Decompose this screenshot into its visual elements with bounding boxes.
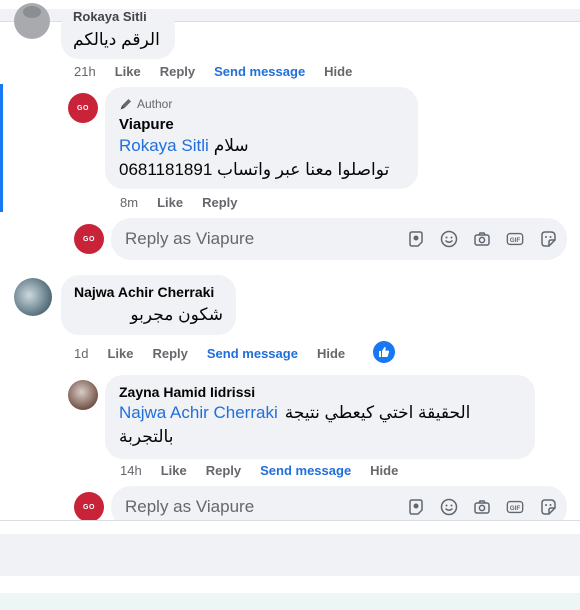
brand-logo: GO	[83, 503, 95, 511]
like-button[interactable]: Like	[115, 64, 141, 79]
reply-text-2: تواصلوا معنا عبر واتساب 0681181891	[119, 160, 390, 179]
avatar: GO	[74, 492, 104, 520]
emoji-icon[interactable]	[440, 230, 458, 248]
svg-text:GIF: GIF	[510, 505, 521, 512]
comment-bubble: Rokaya Sitli الرقم ديالكم	[61, 9, 175, 59]
reply-input[interactable]: Reply as Viapure GIF	[111, 218, 567, 260]
commenter-name[interactable]: Najwa Achir Cherraki	[74, 284, 223, 300]
timestamp[interactable]: 8m	[120, 195, 138, 210]
brand-logo: GO	[83, 235, 95, 243]
mention-link[interactable]: Rokaya Sitli	[119, 136, 209, 156]
author-badge-label: Author	[137, 96, 173, 111]
avatar[interactable]	[14, 278, 52, 316]
hide-button[interactable]: Hide	[324, 64, 352, 79]
composer-icons: GIF	[392, 230, 557, 248]
reply-box-clip: GO Reply as Viapure GIF	[0, 482, 580, 520]
reply-input[interactable]: Reply as Viapure GIF	[111, 486, 567, 520]
bottom-panel	[0, 534, 580, 576]
avatar[interactable]	[68, 380, 98, 410]
reply-button[interactable]: Reply	[160, 64, 195, 79]
sticker-icon[interactable]	[539, 230, 557, 248]
reply-bubble: Zayna Hamid Iidrissi Najwa Achir Cherrak…	[105, 375, 535, 459]
like-button[interactable]: Like	[107, 346, 133, 361]
reply-actions: 8m Like Reply	[120, 195, 256, 210]
comment-text: شكون مجربو	[130, 305, 223, 324]
brand-logo: GO	[77, 104, 89, 112]
reply-text-2: بالتجربة	[119, 427, 174, 446]
send-message-button[interactable]: Send message	[260, 463, 351, 478]
like-button[interactable]: Like	[161, 463, 187, 478]
reply-line-1: Rokaya Sitli سلام	[119, 136, 404, 156]
commenter-name[interactable]: Rokaya Sitli	[73, 12, 163, 24]
reply-actions: 14h Like Reply Send message Hide	[120, 463, 417, 478]
reply-button[interactable]: Reply	[206, 463, 241, 478]
reply-button[interactable]: Reply	[152, 346, 187, 361]
avatar-sticker-icon[interactable]	[407, 230, 425, 248]
hide-button[interactable]: Hide	[317, 346, 345, 361]
hide-button[interactable]: Hide	[370, 463, 398, 478]
sticker-icon[interactable]	[539, 498, 557, 516]
bottom-strip	[0, 593, 580, 610]
comment-actions: 21h Like Reply Send message Hide	[74, 64, 371, 79]
reply-bubble: Author Viapure Rokaya Sitli سلام تواصلوا…	[105, 87, 418, 189]
reply-text-1: سلام	[213, 136, 249, 155]
avatar-sticker-icon[interactable]	[407, 498, 425, 516]
like-reaction-icon[interactable]	[373, 341, 395, 363]
mention-link[interactable]: Najwa Achir Cherraki	[119, 403, 278, 423]
reply-placeholder: Reply as Viapure	[125, 229, 255, 248]
timestamp[interactable]: 1d	[74, 346, 88, 361]
svg-text:GIF: GIF	[510, 237, 521, 244]
send-message-button[interactable]: Send message	[207, 346, 298, 361]
timestamp[interactable]: 21h	[74, 64, 96, 79]
emoji-icon[interactable]	[440, 498, 458, 516]
commenter-name[interactable]: Viapure	[119, 116, 404, 133]
timestamp[interactable]: 14h	[120, 463, 142, 478]
camera-icon[interactable]	[473, 230, 491, 248]
composer-icons: GIF	[392, 498, 557, 516]
reply-placeholder: Reply as Viapure	[125, 497, 255, 516]
gif-icon[interactable]: GIF	[506, 498, 524, 516]
reply-text-1: الحقيقة اختي كيعطي نتيجة	[284, 403, 471, 422]
avatar[interactable]	[14, 3, 50, 39]
avatar: GO	[74, 224, 104, 254]
gif-icon[interactable]: GIF	[506, 230, 524, 248]
reply-button[interactable]: Reply	[202, 195, 237, 210]
comment-actions: 1d Like Reply Send message Hide	[74, 346, 364, 361]
like-button[interactable]: Like	[157, 195, 183, 210]
thread-line	[0, 84, 3, 212]
send-message-button[interactable]: Send message	[214, 64, 305, 79]
comment-bubble: Najwa Achir Cherraki شكون مجربو	[61, 275, 236, 335]
pencil-icon	[119, 97, 133, 111]
bottom-gap	[0, 521, 580, 534]
reply-line-1: Najwa Achir Cherraki الحقيقة اختي كيعطي …	[119, 403, 521, 423]
author-badge: Author	[119, 95, 404, 112]
bottom-gap-2	[0, 576, 580, 593]
commenter-name[interactable]: Zayna Hamid Iidrissi	[119, 384, 521, 400]
avatar[interactable]: GO	[68, 93, 98, 123]
comment-text: الرقم ديالكم	[73, 30, 160, 49]
camera-icon[interactable]	[473, 498, 491, 516]
